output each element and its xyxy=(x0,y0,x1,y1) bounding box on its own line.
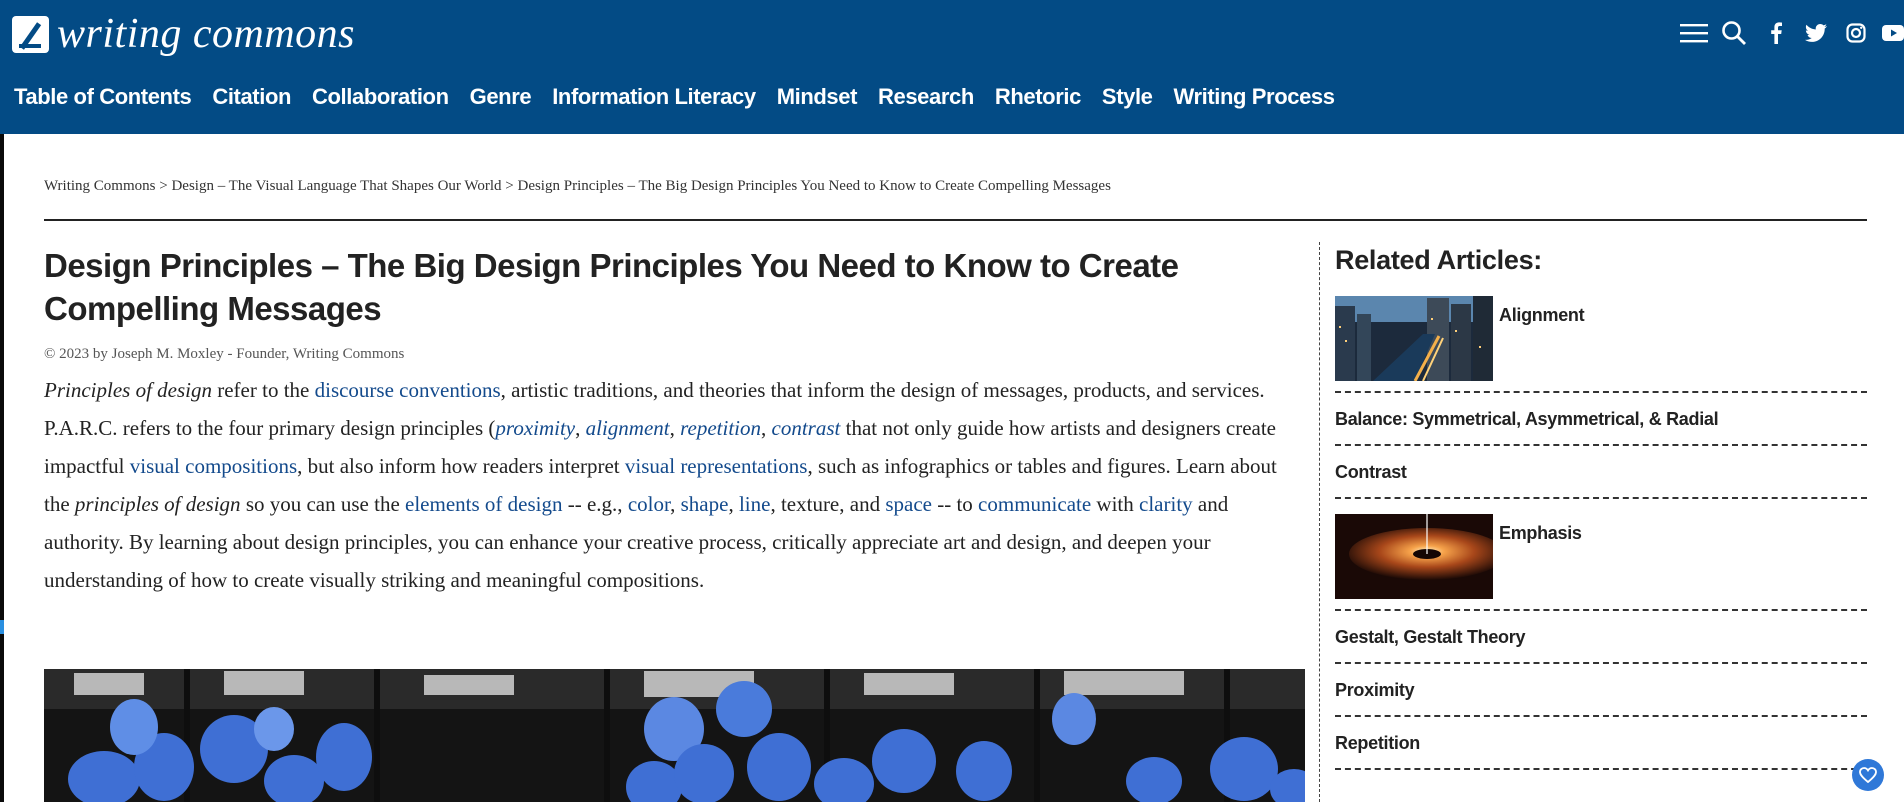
text-segment: refer to the xyxy=(211,378,315,402)
youtube-icon[interactable] xyxy=(1882,25,1904,41)
hero-image-blue-pastels xyxy=(44,669,1305,802)
link-shape[interactable]: shape xyxy=(681,492,729,516)
link-color[interactable]: color xyxy=(628,492,670,516)
nav-mindset[interactable]: Mindset xyxy=(777,84,858,110)
breadcrumb: Writing Commons > Design – The Visual La… xyxy=(44,178,1111,195)
sidebar-divider xyxy=(1319,242,1320,802)
nav-research[interactable]: Research xyxy=(878,84,974,110)
text-segment: principles of design xyxy=(74,492,241,516)
menu-icon[interactable] xyxy=(1680,22,1708,44)
favorite-button[interactable] xyxy=(1852,759,1884,791)
edge-marker xyxy=(0,620,4,634)
site-header: writing commons Table of Contents Citati… xyxy=(0,0,1904,134)
instagram-icon[interactable] xyxy=(1844,23,1868,43)
related-article-alignment[interactable]: Alignment xyxy=(1335,296,1867,393)
thumbnail-city-river xyxy=(1335,296,1493,381)
related-article-label: Alignment xyxy=(1499,305,1585,325)
related-articles-sidebar: Related Articles: Alignment Balance: Sym… xyxy=(1335,240,1867,785)
link-discourse-conventions[interactable]: discourse conventions xyxy=(315,378,501,402)
text-segment: with xyxy=(1091,492,1140,516)
link-elements-of-design[interactable]: elements of design xyxy=(405,492,562,516)
link-communicate[interactable]: communicate xyxy=(978,492,1091,516)
text-segment: , xyxy=(575,416,586,440)
related-article-balance[interactable]: Balance: Symmetrical, Asymmetrical, & Ra… xyxy=(1335,408,1867,446)
text-segment: -- to xyxy=(931,492,979,516)
related-article-label: Emphasis xyxy=(1499,523,1582,543)
link-visual-representations[interactable]: visual representations xyxy=(625,454,808,478)
text-segment: , but also inform how readers interpret xyxy=(297,454,625,478)
thumbnail-galaxy xyxy=(1335,514,1493,599)
intro-paragraph: Principles of design refer to the discou… xyxy=(44,371,1305,599)
related-article-label: Repetition xyxy=(1335,733,1420,753)
link-repetition[interactable]: repetition xyxy=(680,416,761,440)
text-segment: , xyxy=(669,416,681,440)
link-space[interactable]: space xyxy=(885,492,932,516)
logo-text: writing commons xyxy=(57,11,356,57)
article: Design Principles – The Big Design Princ… xyxy=(44,244,1305,599)
link-clarity[interactable]: clarity xyxy=(1139,492,1193,516)
byline: © 2023 by Joseph M. Moxley - Founder, Wr… xyxy=(44,346,405,362)
breadcrumb-separator: > xyxy=(505,178,518,194)
twitter-icon[interactable] xyxy=(1804,24,1828,42)
logo-icon xyxy=(12,15,49,53)
main-nav: Table of Contents Citation Collaboration… xyxy=(14,84,1335,110)
breadcrumb-item-design[interactable]: Design – The Visual Language That Shapes… xyxy=(171,178,501,194)
breadcrumb-current: Design Principles – The Big Design Princ… xyxy=(517,178,1111,194)
site-logo[interactable]: writing commons xyxy=(12,11,356,57)
related-article-repetition[interactable]: Repetition xyxy=(1335,732,1867,770)
text-segment: , texture, and xyxy=(770,492,886,516)
sidebar-title: Related Articles: xyxy=(1335,245,1542,275)
related-article-proximity[interactable]: Proximity xyxy=(1335,679,1867,717)
facebook-icon[interactable] xyxy=(1764,22,1788,44)
related-article-label: Gestalt, Gestalt Theory xyxy=(1335,627,1526,647)
breadcrumb-divider xyxy=(44,219,1867,221)
link-contrast[interactable]: contrast xyxy=(772,416,841,440)
related-article-emphasis[interactable]: Emphasis xyxy=(1335,514,1867,611)
nav-collaboration[interactable]: Collaboration xyxy=(312,84,449,110)
related-article-label: Contrast xyxy=(1335,462,1407,482)
search-icon[interactable] xyxy=(1720,20,1748,46)
text-segment: , xyxy=(761,416,772,440)
heart-icon xyxy=(1859,767,1877,783)
nav-writing-process[interactable]: Writing Process xyxy=(1174,84,1335,110)
related-article-gestalt[interactable]: Gestalt, Gestalt Theory xyxy=(1335,626,1867,664)
nav-information-literacy[interactable]: Information Literacy xyxy=(552,84,756,110)
related-article-label: Balance: Symmetrical, Asymmetrical, & Ra… xyxy=(1335,409,1719,429)
text-segment: , xyxy=(728,492,739,516)
nav-rhetoric[interactable]: Rhetoric xyxy=(995,84,1081,110)
link-visual-compositions[interactable]: visual compositions xyxy=(130,454,297,478)
page-title: Design Principles – The Big Design Princ… xyxy=(44,247,1179,327)
text-segment: so you can use the xyxy=(240,492,406,516)
link-alignment[interactable]: alignment xyxy=(586,416,670,440)
header-icons xyxy=(1680,20,1904,46)
text-segment: Principles of design xyxy=(44,378,212,402)
related-article-contrast[interactable]: Contrast xyxy=(1335,461,1867,499)
nav-style[interactable]: Style xyxy=(1102,84,1153,110)
nav-citation[interactable]: Citation xyxy=(212,84,291,110)
link-line[interactable]: line xyxy=(739,492,771,516)
text-segment: -- e.g., xyxy=(562,492,628,516)
breadcrumb-separator: > xyxy=(159,178,172,194)
nav-genre[interactable]: Genre xyxy=(470,84,532,110)
related-article-label: Proximity xyxy=(1335,680,1415,700)
text-segment: , xyxy=(670,492,681,516)
breadcrumb-item-home[interactable]: Writing Commons xyxy=(44,178,155,194)
link-proximity[interactable]: proximity xyxy=(495,416,575,440)
nav-table-of-contents[interactable]: Table of Contents xyxy=(14,84,192,110)
